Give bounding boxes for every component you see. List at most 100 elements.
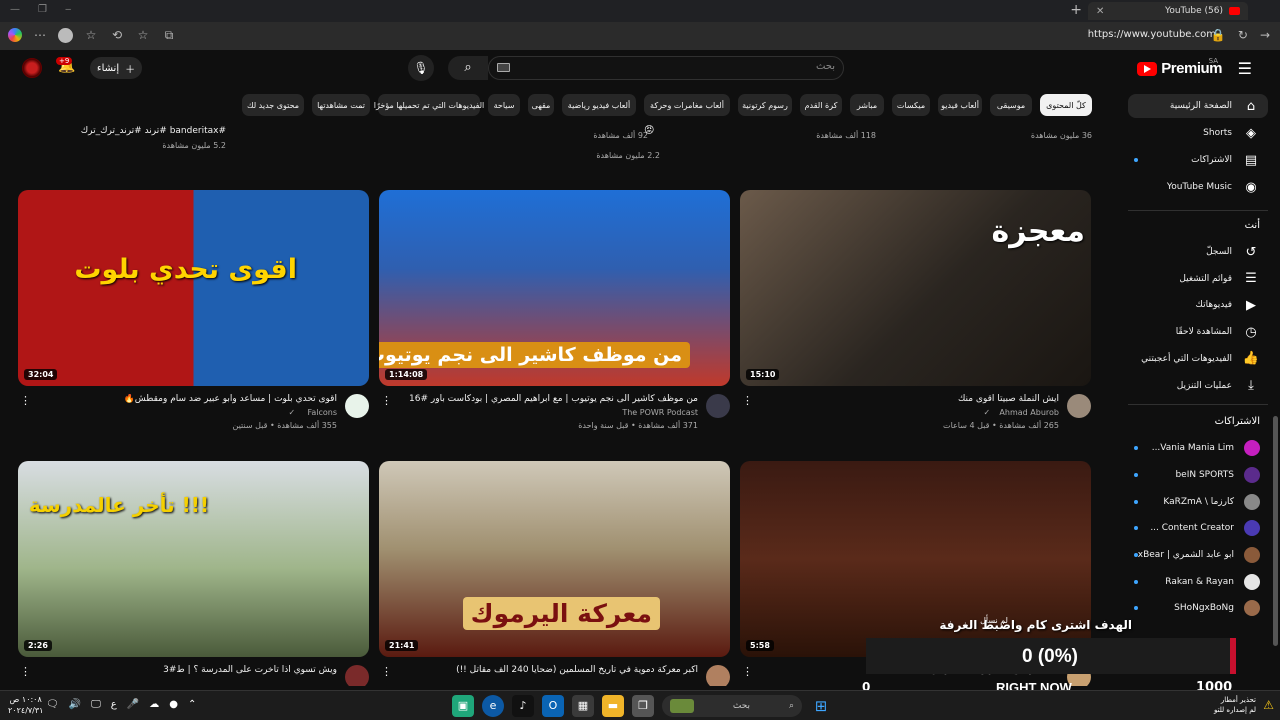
- guide-menu-icon[interactable]: ☰: [1238, 59, 1252, 78]
- subscription-item[interactable]: ابو عابد الشمري | xBear: [1128, 543, 1268, 567]
- favorites-icon[interactable]: ☆: [83, 27, 99, 43]
- channel-name[interactable]: Falcons: [307, 408, 337, 417]
- you-section-heading[interactable]: أنت: [1245, 220, 1260, 231]
- split-screen-icon[interactable]: ⧉: [161, 27, 177, 43]
- video-title[interactable]: أكبر معركة دموية في تاريخ المسلمين (ضحاي…: [456, 665, 698, 675]
- video-card[interactable]: من موظف كاشير الى نجم يوتيوب 1:14:08 من مو…: [379, 190, 730, 444]
- previous-video-meta[interactable]: 2.2 مليون مشاهدة: [596, 146, 660, 160]
- keyboard-icon[interactable]: [497, 63, 510, 72]
- close-window-icon[interactable]: ‒: [65, 4, 71, 15]
- chip-1[interactable]: موسيقى: [990, 94, 1032, 116]
- subscription-item[interactable]: Vania Mania Lim...: [1128, 436, 1268, 460]
- sidebar-item-3[interactable]: ◉ YouTube Music: [1128, 175, 1268, 199]
- sidebar-you-item-3[interactable]: ◷ المشاهدة لاحقًا: [1128, 320, 1268, 344]
- sidebar-item-2[interactable]: ▤ الاشتراكات: [1128, 148, 1268, 172]
- video-title[interactable]: أقوى تحدي بلوت | مساعد وأبو عبير ضد سام …: [124, 394, 337, 404]
- chip-6[interactable]: رسوم كرتونية: [738, 94, 792, 116]
- more-icon[interactable]: ⋯: [32, 27, 48, 43]
- video-thumbnail[interactable]: معجزة 15:10: [740, 190, 1091, 386]
- chip-5[interactable]: كرة القدم: [800, 94, 842, 116]
- back-icon[interactable]: →: [1260, 28, 1270, 42]
- channel-avatar[interactable]: [345, 665, 369, 686]
- more-actions-icon[interactable]: ⋮: [20, 665, 31, 678]
- video-card[interactable]: معركة اليرموك 21:41 أكبر معركة دموية في تا…: [379, 461, 730, 686]
- sidebar-scrollbar[interactable]: [1273, 416, 1278, 646]
- previous-video-meta[interactable]: 92 ألف مشاهدة: [593, 126, 648, 140]
- channel-avatar[interactable]: [706, 665, 730, 686]
- chip-11[interactable]: الفيديوهات التي تم تحميلها مؤخرًا: [374, 94, 484, 116]
- chip-7[interactable]: ألعاب مغامرات وحركة: [644, 94, 730, 116]
- network-icon[interactable]: 🖵: [91, 699, 101, 710]
- previous-video-meta[interactable]: #banderitax #ترند #ترند_ترك_ترك 5.2 مليون…: [81, 126, 226, 150]
- previous-video-meta[interactable]: 36 مليون مشاهدة: [1031, 126, 1092, 140]
- chip-8[interactable]: ألعاب فيديو رياضية: [562, 94, 636, 116]
- chip-12[interactable]: تمت مشاهدتها: [312, 94, 370, 116]
- lock-icon[interactable]: 🔒: [1211, 28, 1226, 42]
- sidebar-you-item-5[interactable]: ⤓ عمليات التنزيل: [1128, 374, 1268, 398]
- video-card[interactable]: اقوى تحدي بلوت 32:04 أقوى تحدي بلوت | مساع…: [18, 190, 369, 444]
- sidebar-you-item-4[interactable]: 👍 الفيديوهات التي أعجبتني: [1128, 347, 1268, 371]
- chip-3[interactable]: ميكسات: [892, 94, 930, 116]
- onedrive-icon[interactable]: ☁: [149, 699, 159, 710]
- video-thumbnail[interactable]: من موظف كاشير الى نجم يوتيوب 1:14:08: [379, 190, 730, 386]
- app-tray-icon[interactable]: ●: [169, 699, 178, 710]
- taskbar-clock[interactable]: ١٠:٠٨ ص ٢٠٢٤/٧/٣١: [8, 694, 43, 716]
- subscription-item[interactable]: Content Creator ...: [1128, 516, 1268, 540]
- restore-icon[interactable]: ❐: [38, 4, 47, 15]
- sidebar-item-0[interactable]: ⌂ الصفحة الرئيسية: [1128, 94, 1268, 118]
- search-input[interactable]: بحث: [488, 56, 844, 80]
- video-thumbnail[interactable]: معركة اليرموك 21:41: [379, 461, 730, 657]
- profile-avatar[interactable]: [58, 27, 73, 43]
- more-actions-icon[interactable]: ⋮: [381, 665, 392, 678]
- microphone-tray-icon[interactable]: 🎤: [127, 699, 139, 710]
- subscription-item[interactable]: Rakan & Rayan: [1128, 570, 1268, 594]
- new-tab-button[interactable]: +: [1070, 2, 1082, 18]
- more-actions-icon[interactable]: ⋮: [20, 394, 31, 407]
- taskbar-search[interactable]: ⌕ بحث: [662, 695, 802, 717]
- channel-avatar[interactable]: [345, 394, 369, 418]
- previous-video-meta[interactable]: 118 ألف مشاهدة: [816, 126, 876, 140]
- search-button[interactable]: ⌕: [448, 56, 488, 80]
- video-title[interactable]: ويش تسوي اذا تأخرت على المدرسة ؟ | ط#3: [163, 665, 337, 675]
- subscription-item[interactable]: كارزما \ KaRZmA: [1128, 490, 1268, 514]
- sidebar-item-1[interactable]: ◈ Shorts: [1128, 121, 1268, 145]
- sidebar-you-item-1[interactable]: ☰ قوائم التشغيل: [1128, 267, 1268, 291]
- channel-name[interactable]: Ahmad Aburob: [999, 408, 1059, 417]
- weather-widget[interactable]: تحذير أمطار لم إصداره للتو: [1214, 695, 1256, 715]
- previous-video-title[interactable]: #banderitax #ترند #ترند_ترك_ترك: [81, 126, 226, 136]
- bookmark-icon[interactable]: ☆: [135, 27, 151, 43]
- chevron-up-icon[interactable]: ⌃: [188, 699, 196, 710]
- channel-name[interactable]: The POWR Podcast: [622, 408, 698, 417]
- edge-icon[interactable]: e: [482, 695, 504, 717]
- chip-2[interactable]: ألعاب فيديو: [938, 94, 982, 116]
- video-thumbnail[interactable]: اقوى تحدي بلوت 32:04: [18, 190, 369, 386]
- task-view-icon[interactable]: ❐: [632, 695, 654, 717]
- voice-search-button[interactable]: 🎙: [408, 55, 434, 81]
- sidebar-you-item-2[interactable]: ▶ فيديوهاتك: [1128, 293, 1268, 317]
- video-title[interactable]: من موظف كاشير الى نجم يوتيوب | مع ابراهي…: [409, 394, 698, 404]
- chip-13[interactable]: محتوى جديد لك: [242, 94, 304, 116]
- channel-avatar[interactable]: [706, 394, 730, 418]
- url-field[interactable]: https://www.youtube.com: [1088, 29, 1216, 40]
- file-explorer-icon[interactable]: ▬: [602, 695, 624, 717]
- account-avatar[interactable]: [22, 58, 42, 78]
- more-actions-icon[interactable]: ⋮: [381, 394, 392, 407]
- more-actions-icon[interactable]: ⋮: [742, 394, 753, 407]
- more-actions-icon[interactable]: ⋮: [742, 665, 753, 678]
- store-icon[interactable]: ▦: [572, 695, 594, 717]
- language-icon[interactable]: ع: [111, 699, 117, 710]
- tiktok-icon[interactable]: ♪: [512, 695, 534, 717]
- create-button[interactable]: إنشاء ＋: [90, 57, 142, 79]
- youtube-logo[interactable]: Premium: [1137, 60, 1222, 77]
- video-card[interactable]: تأخر عالمدرسة !!! 2:26 ويش تسوي اذا تأخرت …: [18, 461, 369, 686]
- sync-icon[interactable]: ⟲: [109, 27, 125, 43]
- video-title[interactable]: أيش النملة صبيتا أقوى منك: [958, 394, 1059, 404]
- chip-10[interactable]: سياحة: [488, 94, 520, 116]
- browser-tab[interactable]: (56) YouTube ✕: [1088, 2, 1248, 20]
- start-icon[interactable]: ⊞: [810, 695, 832, 717]
- subscription-item[interactable]: beIN SPORTS: [1128, 463, 1268, 487]
- app-icon[interactable]: ▣: [452, 695, 474, 717]
- outlook-icon[interactable]: O: [542, 695, 564, 717]
- video-card[interactable]: معجزة 15:10 أيش النملة صبيتا أقوى منك Ahmad…: [740, 190, 1091, 444]
- volume-icon[interactable]: 🔊: [69, 699, 81, 710]
